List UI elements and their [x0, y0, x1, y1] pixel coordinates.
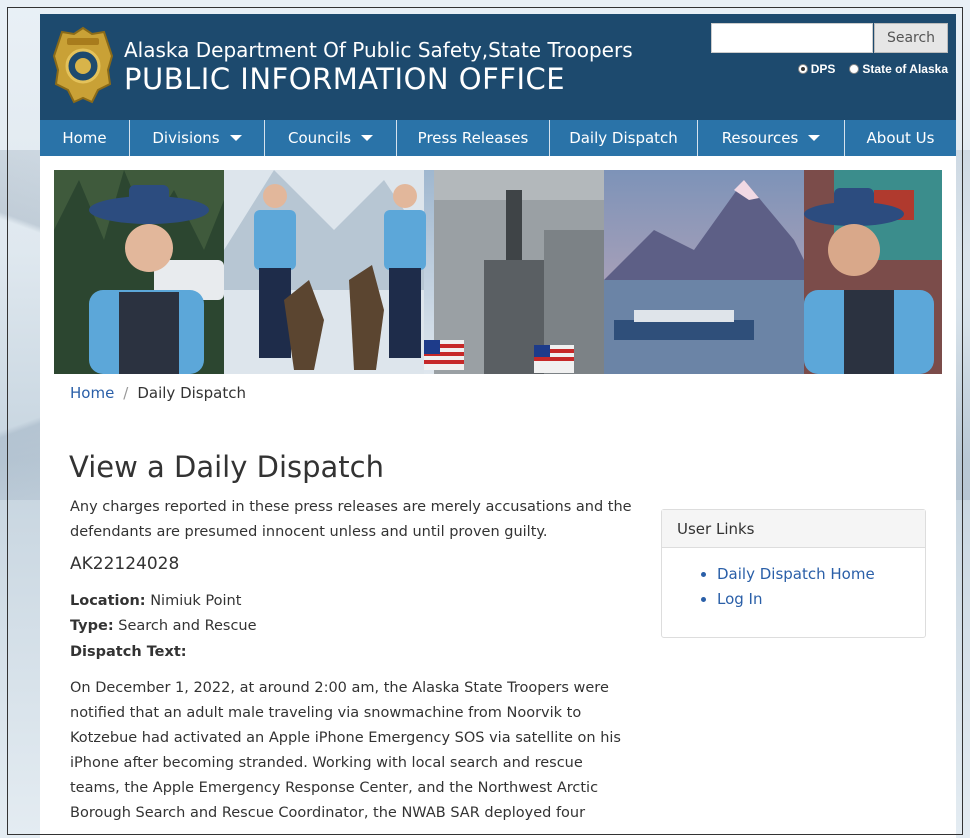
- chevron-down-icon: [361, 135, 374, 141]
- nav-daily-dispatch[interactable]: Daily Dispatch: [550, 120, 698, 156]
- department-title: Alaska Department Of Public Safety,State…: [124, 38, 633, 62]
- breadcrumb: Home / Daily Dispatch: [70, 384, 246, 402]
- radio-state-label: State of Alaska: [862, 62, 948, 76]
- nav-councils[interactable]: Councils: [265, 120, 397, 156]
- location-label: Location:: [70, 593, 146, 609]
- nav-press-releases[interactable]: Press Releases: [397, 120, 550, 156]
- dispatch-text-label: Dispatch Text:: [70, 644, 187, 660]
- user-links-panel-title: User Links: [662, 510, 925, 548]
- radio-dps-label: DPS: [810, 62, 836, 76]
- link-log-in[interactable]: Log In: [717, 587, 925, 612]
- dispatch-text-field: Dispatch Text:: [70, 644, 187, 660]
- page-title: View a Daily Dispatch: [69, 450, 384, 484]
- search-scope-radios: DPS State of Alaska: [797, 62, 948, 76]
- user-links-panel: User Links Daily Dispatch Home Log In: [661, 509, 926, 638]
- type-field: Type: Search and Rescue: [70, 618, 257, 634]
- nav-resources-label: Resources: [721, 129, 799, 147]
- nav-home[interactable]: Home: [40, 120, 130, 156]
- nav-daily-dispatch-label: Daily Dispatch: [569, 129, 678, 147]
- link-daily-dispatch-home[interactable]: Daily Dispatch Home: [717, 562, 925, 587]
- nav-press-releases-label: Press Releases: [417, 129, 529, 147]
- search-input[interactable]: [711, 23, 873, 53]
- chevron-down-icon: [808, 135, 821, 141]
- breadcrumb-separator: /: [123, 384, 129, 402]
- search-button[interactable]: Search: [874, 23, 948, 53]
- dispatch-text-body: On December 1, 2022, at around 2:00 am, …: [70, 680, 621, 821]
- radio-state-indicator[interactable]: [849, 64, 860, 74]
- nav-divisions[interactable]: Divisions: [130, 120, 265, 156]
- nav-home-label: Home: [62, 129, 107, 147]
- location-field: Location: Nimiuk Point: [70, 593, 241, 609]
- nav-councils-label: Councils: [287, 129, 352, 147]
- page-container: Alaska Department Of Public Safety,State…: [40, 14, 956, 838]
- nav-resources[interactable]: Resources: [698, 120, 845, 156]
- nav-divisions-label: Divisions: [152, 129, 220, 147]
- breadcrumb-home-link[interactable]: Home: [70, 384, 114, 402]
- radio-dps-indicator[interactable]: [797, 64, 808, 74]
- nav-about-us-label: About Us: [866, 129, 935, 147]
- site-header: Alaska Department Of Public Safety,State…: [40, 14, 956, 120]
- type-value: Search and Rescue: [118, 618, 257, 634]
- breadcrumb-current: Daily Dispatch: [137, 384, 246, 402]
- nav-about-us[interactable]: About Us: [845, 120, 956, 156]
- radio-dps[interactable]: DPS: [797, 62, 836, 76]
- case-id: AK22124028: [70, 554, 180, 574]
- office-title: PUBLIC INFORMATION OFFICE: [124, 62, 566, 96]
- location-value: Nimiuk Point: [150, 593, 242, 609]
- header-banner-image: [54, 170, 942, 374]
- type-label: Type:: [70, 618, 114, 634]
- main-nav: Home Divisions Councils Press Releases D…: [40, 120, 956, 156]
- user-links-list: Daily Dispatch Home Log In: [662, 562, 925, 612]
- radio-state-of-alaska[interactable]: State of Alaska: [849, 62, 948, 76]
- trooper-badge-icon[interactable]: [52, 26, 114, 104]
- disclaimer-text: Any charges reported in these press rele…: [70, 499, 632, 540]
- chevron-down-icon: [229, 135, 242, 141]
